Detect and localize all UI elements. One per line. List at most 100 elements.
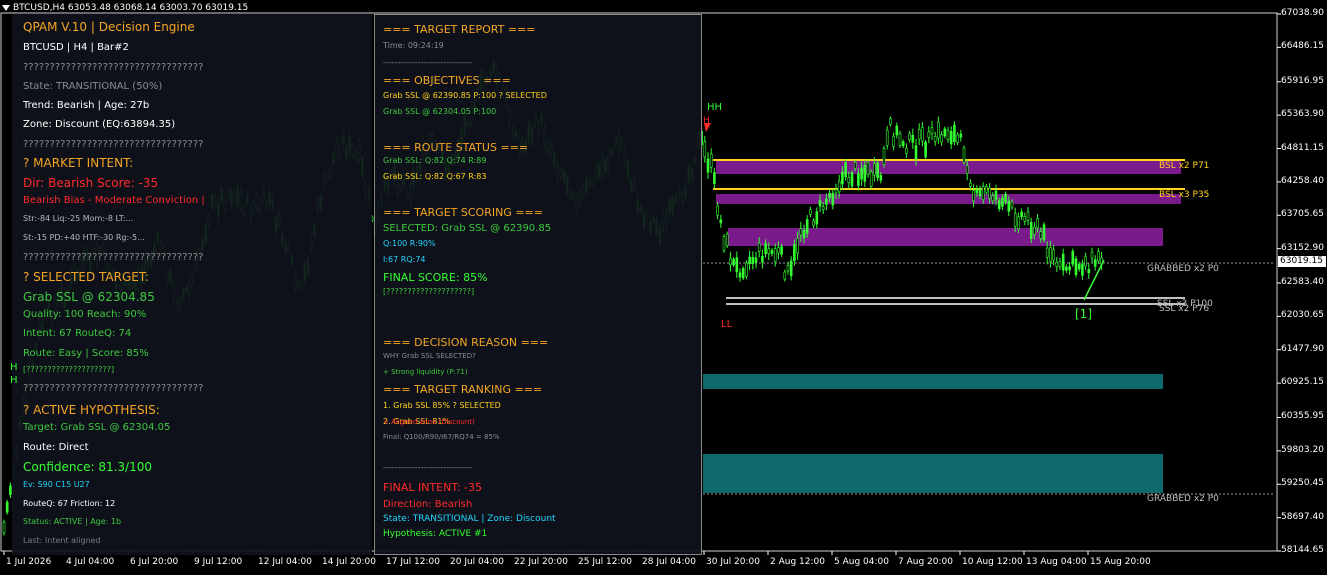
panel-line: Intent: 67 RouteQ: 74 [23, 328, 132, 339]
y-tick-label: 58144.65 [1281, 545, 1324, 555]
x-tick-label: 15 Aug 20:00 [1090, 557, 1151, 567]
candle [847, 171, 851, 189]
panel-line: + Aligned zone (Discount) [383, 418, 475, 426]
candle-body [1055, 262, 1059, 267]
candle [703, 135, 707, 163]
candle [1023, 212, 1027, 226]
candle [748, 250, 751, 271]
candle-body [761, 255, 764, 263]
candle [821, 202, 825, 215]
candle-body [914, 145, 918, 160]
candle-body [1023, 216, 1027, 222]
panel-line: St:-15 PD:+40 HTF:-30 Rg:-5... [23, 233, 145, 242]
candle-body [924, 141, 927, 158]
candle-body [911, 134, 915, 143]
x-tick-label: 17 Jul 12:00 [386, 557, 440, 567]
panel-line: === TARGET RANKING === [383, 383, 543, 396]
panel-line: ?????????????????????????????????? [23, 139, 204, 150]
candle-body [729, 258, 732, 266]
candle [946, 126, 950, 143]
candle [709, 148, 713, 174]
panel-line: === DECISION REASON === [383, 336, 549, 349]
zone-label: GRABBED x2 P0 [1147, 494, 1219, 504]
candle-body [921, 127, 924, 142]
candle-body [738, 272, 742, 278]
candle [917, 123, 921, 146]
candle-body [978, 188, 982, 197]
dropdown-triangle-icon[interactable] [2, 4, 10, 11]
panel-line: Time: 09:24:19 [383, 41, 444, 50]
candle [953, 121, 956, 146]
x-tick-label: 1 Jul 2026 [6, 557, 52, 567]
panel-line: SELECTED: Grab SSL @ 62390.85 [383, 223, 552, 234]
candle-body [908, 133, 911, 140]
candle-body [949, 131, 953, 145]
candle-body [962, 147, 966, 163]
candle [1042, 222, 1046, 243]
candle-body [828, 192, 831, 198]
y-tick-label: 62583.40 [1281, 277, 1324, 287]
candle-body [866, 162, 870, 175]
candle [831, 189, 835, 210]
candle-body [799, 228, 803, 236]
candle [1071, 248, 1075, 267]
candle [876, 159, 879, 182]
candle-body [1001, 197, 1004, 207]
candle-body [991, 195, 995, 202]
teal-zone-2 [703, 454, 1163, 493]
candle-body [796, 238, 799, 254]
candle [911, 128, 915, 149]
target-report-panel: === TARGET REPORT === Time: 09:24:19 -----… [374, 14, 702, 555]
panel-line: BTCUSD | H4 | Bar#2 [23, 42, 129, 53]
y-tick-label: 60925.15 [1281, 377, 1324, 388]
candle-body [1017, 216, 1020, 230]
candle-body [943, 128, 947, 137]
candle-body [933, 136, 937, 142]
zone-label: SSL x2 P76 [1159, 304, 1210, 314]
panel-line: State: TRANSITIONAL (50%) [23, 81, 163, 92]
candle [716, 202, 719, 220]
candle [933, 131, 937, 146]
candle [1026, 207, 1030, 226]
candle-body [1029, 222, 1033, 239]
candle-body [1026, 211, 1030, 221]
candle-body [997, 200, 1001, 210]
panel-line: === TARGET REPORT === [383, 23, 536, 36]
candle-body [969, 182, 972, 187]
x-tick-label: 2 Aug 12:00 [770, 557, 825, 567]
x-tick-label: 20 Jul 04:00 [450, 557, 504, 567]
panel-line: ?????????????????????????????????? [23, 62, 204, 73]
candle [745, 260, 748, 280]
panel-line: QPAM V.10 | Decision Engine [23, 20, 195, 34]
x-tick-label: 10 Aug 12:00 [962, 557, 1023, 567]
candle [850, 170, 854, 189]
candle-body [895, 125, 899, 136]
candle-body [1033, 226, 1036, 235]
candle [962, 145, 966, 165]
candle-body [757, 242, 761, 252]
x-tick-label: 5 Aug 04:00 [834, 557, 889, 567]
candle-body [905, 147, 908, 154]
panel-line: Q:100 R:90% [383, 239, 436, 248]
zone-label: GRABBED x2 P0 [1147, 264, 1219, 274]
panel-line: ?????????????????????????????????? [23, 252, 204, 263]
candle-body [885, 129, 889, 146]
x-tick-label: 13 Aug 04:00 [1026, 557, 1087, 567]
panel-line: ? SELECTED TARGET: [23, 270, 149, 284]
panel-line: Zone: Discount (EQ:63894.35) [23, 119, 176, 130]
y-tick-label: 64258.40 [1281, 175, 1324, 186]
panel-line: Bearish Bias - Moderate Conviction | [23, 195, 205, 206]
y-tick-label: 66486.15 [1281, 41, 1324, 52]
panel-line: Route: Direct [23, 442, 89, 453]
panel-line: Dir: Bearish Score: -35 [23, 176, 159, 190]
candle-body [1071, 250, 1075, 265]
candle-body [751, 257, 755, 264]
current-price-tag: 63019.15 [1278, 256, 1326, 267]
candle-body [1074, 258, 1078, 276]
candle [908, 131, 911, 143]
candle [729, 251, 732, 272]
candle-body [786, 265, 790, 272]
panel-line: ------------------------------- [383, 463, 473, 472]
candle-body [818, 200, 822, 207]
panel-line: Quality: 100 Reach: 90% [23, 309, 147, 320]
